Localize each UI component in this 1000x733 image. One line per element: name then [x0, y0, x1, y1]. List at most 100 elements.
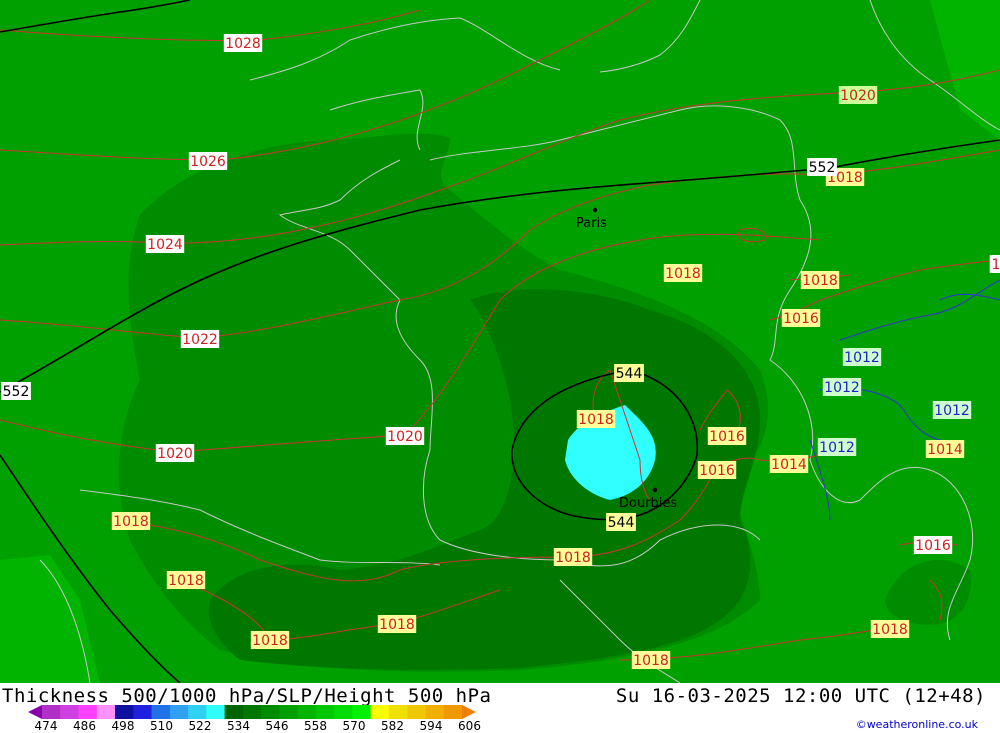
slp-label: 1026 — [188, 152, 228, 170]
legend-swatch — [388, 705, 408, 719]
slp-label: 1 — [989, 255, 1000, 273]
legend-swatch — [242, 705, 262, 719]
legend-swatch — [443, 705, 463, 719]
slp-label: 1012 — [817, 438, 857, 456]
legend-swatch — [334, 705, 353, 719]
slp-label: 1018 — [631, 651, 671, 669]
legend-swatch — [60, 705, 80, 719]
credit-link[interactable]: ©weatheronline.co.uk — [856, 718, 978, 731]
slp-label-text: 1018 — [252, 633, 288, 649]
legend-swatch — [224, 705, 244, 719]
slp-label: 1018 — [663, 264, 703, 282]
slp-label: 1016 — [707, 427, 747, 445]
slp-label-text: 1018 — [555, 550, 591, 566]
slp-label-text: 1014 — [771, 457, 807, 473]
city-label: Paris — [576, 216, 607, 231]
slp-label: 1018 — [870, 620, 910, 638]
forecast-datetime: Su 16-03-2025 12:00 UTC (12+48) — [615, 685, 986, 707]
legend-swatch — [407, 705, 426, 719]
slp-label-text: 1022 — [182, 332, 218, 348]
legend-swatch — [42, 705, 61, 719]
slp-label: 1018 — [553, 548, 593, 566]
slp-label: 1014 — [769, 455, 809, 473]
city-marker-paris — [592, 207, 598, 213]
slp-label-text: 1016 — [915, 538, 951, 554]
legend-swatch — [151, 705, 171, 719]
legend-swatch — [169, 705, 189, 719]
legend-arrow-right — [462, 705, 476, 719]
slp-label-text: 1012 — [819, 440, 855, 456]
slp-label-text: 1012 — [934, 403, 970, 419]
legend-swatch — [315, 705, 335, 719]
slp-label: 1012 — [842, 348, 882, 366]
height-label: 544 — [606, 513, 636, 531]
legend-tick: 498 — [111, 719, 135, 733]
legend-arrow-left — [28, 705, 42, 719]
legend-swatch — [133, 705, 153, 719]
slp-label: 1018 — [576, 410, 616, 428]
slp-label-text: 1012 — [824, 380, 860, 396]
map-title: Thickness 500/1000 hPa/SLP/Height 500 hP… — [2, 685, 492, 707]
legend-swatch — [96, 705, 116, 719]
legend-swatch — [425, 705, 445, 719]
legend-swatch — [206, 705, 226, 719]
legend-swatch — [78, 705, 98, 719]
height-label: 552 — [807, 158, 837, 176]
city-label: Dourbies — [619, 496, 677, 511]
weather-map: Paris Dourbies 1028 1026 1024 1022 1020 1020 1… — [0, 0, 1000, 683]
legend-tick: 546 — [265, 719, 289, 733]
slp-label: 1018 — [250, 631, 290, 649]
slp-label: 1018 — [377, 615, 417, 633]
legend-tick: 474 — [34, 719, 58, 733]
slp-label-text: 1012 — [844, 350, 880, 366]
city-marker-dourbies — [652, 487, 658, 493]
legend-tick: 522 — [188, 719, 212, 733]
slp-label-text: 1 — [992, 257, 1000, 273]
slp-label-text: 1018 — [872, 622, 908, 638]
legend-swatch — [188, 705, 207, 719]
legend-tick: 594 — [419, 719, 443, 733]
legend-tick: 606 — [458, 719, 481, 733]
slp-label-text: 1020 — [840, 88, 876, 104]
map-footer: Thickness 500/1000 hPa/SLP/Height 500 hP… — [0, 683, 1000, 733]
slp-label: 1014 — [925, 440, 965, 458]
height-label-text: 544 — [608, 515, 635, 531]
slp-label-text: 1016 — [699, 463, 735, 479]
slp-label-text: 1020 — [387, 429, 423, 445]
slp-label-text: 1018 — [113, 514, 149, 530]
slp-label-text: 1014 — [927, 442, 963, 458]
slp-label-text: 1018 — [168, 573, 204, 589]
legend-swatch — [297, 705, 317, 719]
legend-tick: 570 — [342, 719, 366, 733]
slp-label-text: 1018 — [379, 617, 415, 633]
slp-label: 1016 — [697, 461, 737, 479]
legend-swatch — [279, 705, 299, 719]
slp-label-text: 1018 — [665, 266, 701, 282]
slp-label-text: 1020 — [157, 446, 193, 462]
slp-label: 1012 — [932, 401, 972, 419]
slp-label-text: 1016 — [783, 311, 819, 327]
legend-swatch — [352, 705, 372, 719]
legend-swatch — [370, 705, 390, 719]
slp-label-text: 1018 — [578, 412, 614, 428]
height-label: 544 — [614, 364, 644, 382]
slp-label: 1028 — [223, 34, 263, 52]
height-label-text: 544 — [616, 366, 643, 382]
height-label-text: 552 — [3, 384, 30, 400]
slp-label: 1016 — [781, 309, 821, 327]
slp-label: 1018 — [166, 571, 206, 589]
map-svg: Paris Dourbies 1028 1026 1024 1022 1020 1020 1… — [0, 0, 1000, 683]
slp-label: 1020 — [155, 444, 195, 462]
height-label-text: 552 — [809, 160, 836, 176]
legend-swatch — [115, 705, 134, 719]
legend-tick: 510 — [150, 719, 173, 733]
slp-label-text: 1028 — [225, 36, 261, 52]
slp-label: 1022 — [180, 330, 220, 348]
legend-tick: 558 — [304, 719, 327, 733]
slp-label-text: 1026 — [190, 154, 226, 170]
slp-label-text: 1018 — [633, 653, 669, 669]
slp-label: 1018 — [800, 271, 840, 289]
slp-label-text: 1024 — [147, 237, 183, 253]
slp-label: 1016 — [913, 536, 953, 554]
legend-tick: 486 — [73, 719, 96, 733]
